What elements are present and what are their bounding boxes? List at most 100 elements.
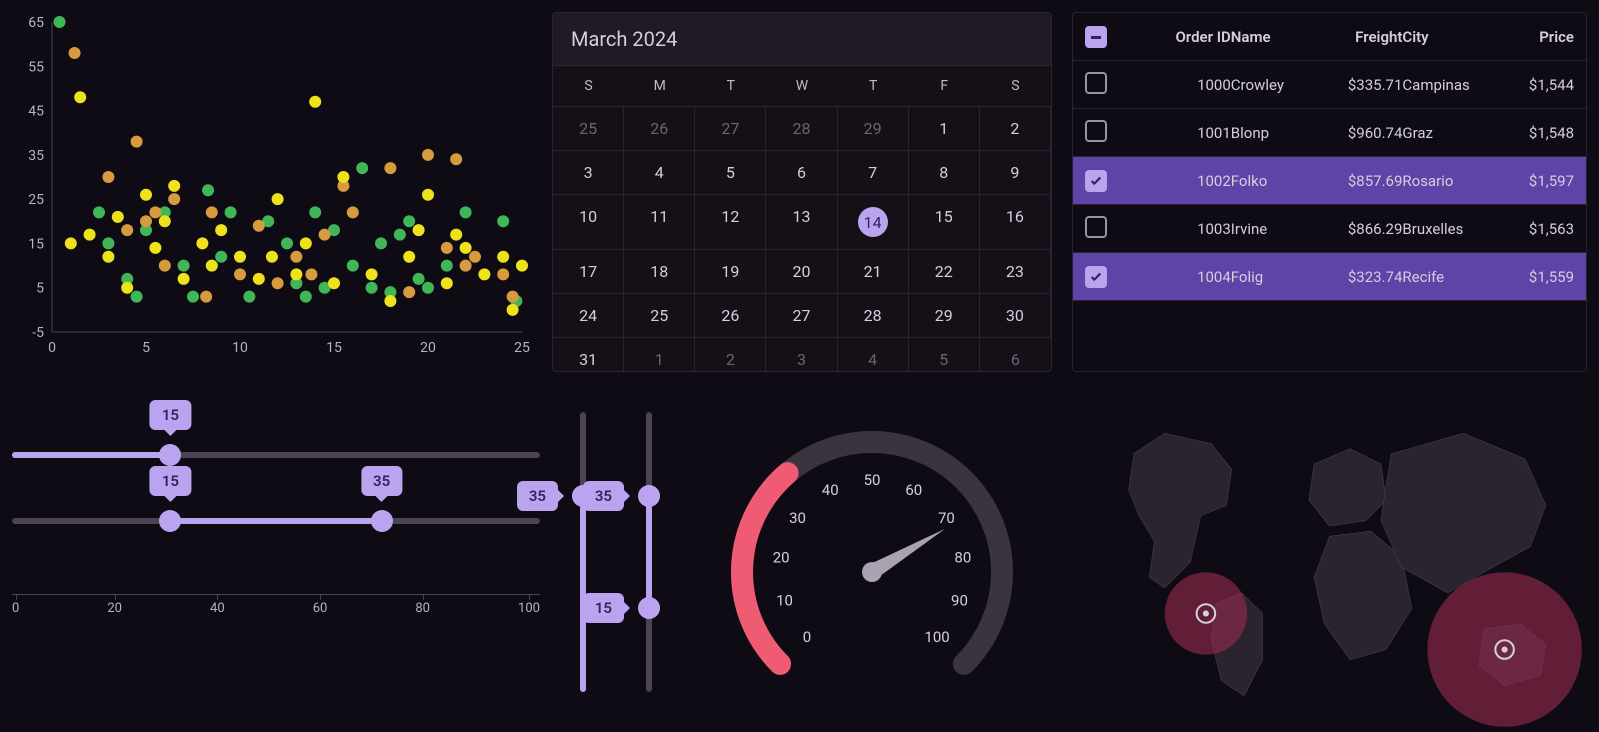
calendar-day[interactable]: 24 — [553, 294, 624, 338]
cell-name: Folig — [1231, 268, 1317, 286]
cell-price: $1,548 — [1488, 124, 1574, 142]
row-checkbox[interactable] — [1085, 266, 1107, 288]
table-row[interactable]: 1000 Crowley $335.71 Campinas $1,544 — [1073, 61, 1586, 109]
world-map[interactable] — [1072, 392, 1587, 732]
slider-range[interactable]: 15 35 — [12, 518, 540, 524]
calendar-day[interactable]: 20 — [766, 250, 837, 294]
col-name[interactable]: Name — [1231, 28, 1317, 46]
svg-text:65: 65 — [28, 15, 44, 31]
calendar-day[interactable]: 31 — [553, 338, 624, 372]
svg-text:90: 90 — [951, 591, 968, 609]
table-row[interactable]: 1004 Folig $323.74 Recife $1,559 — [1073, 253, 1586, 301]
calendar-day[interactable]: 29 — [909, 294, 980, 338]
slider-vertical-range[interactable]: 35 15 — [646, 412, 652, 692]
calendar-dow: M — [624, 66, 695, 107]
slider-thumb-low[interactable]: 15 — [638, 597, 660, 619]
calendar-day[interactable]: 27 — [766, 294, 837, 338]
gauge: 0102030405060708090100 — [692, 392, 1052, 732]
row-checkbox[interactable] — [1085, 216, 1107, 238]
svg-text:50: 50 — [864, 471, 881, 489]
calendar-day[interactable]: 10 — [553, 195, 624, 250]
svg-text:0: 0 — [48, 340, 56, 356]
calendar-day[interactable]: 13 — [766, 195, 837, 250]
svg-text:5: 5 — [36, 281, 44, 297]
slider-vertical-single[interactable]: 35 — [580, 412, 586, 692]
cell-name: Blonp — [1231, 124, 1317, 142]
cell-freight: $857.69 — [1317, 172, 1403, 190]
cell-freight: $335.71 — [1317, 76, 1403, 94]
slider-thumb-high[interactable]: 35 — [638, 485, 660, 507]
col-city[interactable]: City — [1402, 28, 1488, 46]
calendar-day[interactable]: 8 — [909, 151, 980, 195]
calendar-day[interactable]: 15 — [909, 195, 980, 250]
calendar-day[interactable]: 25 — [553, 107, 624, 151]
calendar-day[interactable]: 30 — [980, 294, 1051, 338]
cell-price: $1,563 — [1488, 220, 1574, 238]
svg-text:40: 40 — [822, 481, 839, 499]
calendar-day[interactable]: 29 — [838, 107, 909, 151]
col-order-id[interactable]: Order ID — [1145, 28, 1231, 46]
cell-name: Folko — [1231, 172, 1317, 190]
cell-city: Campinas — [1402, 76, 1488, 94]
calendar-day[interactable]: 11 — [624, 195, 695, 250]
slider-scale: 020406080100 — [12, 594, 540, 616]
slider-tooltip: 35 — [583, 481, 624, 511]
calendar-day[interactable]: 5 — [695, 151, 766, 195]
calendar-day[interactable]: 21 — [838, 250, 909, 294]
calendar-day[interactable]: 18 — [624, 250, 695, 294]
svg-text:30: 30 — [789, 509, 806, 527]
cell-freight: $866.29 — [1317, 220, 1403, 238]
calendar-day[interactable]: 26 — [695, 294, 766, 338]
calendar-day[interactable]: 26 — [624, 107, 695, 151]
calendar-day[interactable]: 5 — [909, 338, 980, 372]
table-row[interactable]: 1002 Folko $857.69 Rosario $1,597 — [1073, 157, 1586, 205]
row-checkbox[interactable] — [1085, 120, 1107, 142]
col-freight[interactable]: Freight — [1317, 28, 1403, 46]
svg-text:10: 10 — [776, 591, 793, 609]
calendar-day[interactable]: 27 — [695, 107, 766, 151]
slider-thumb[interactable]: 15 — [159, 444, 181, 466]
calendar-day[interactable]: 25 — [624, 294, 695, 338]
calendar-day[interactable]: 12 — [695, 195, 766, 250]
cell-order: 1000 — [1145, 76, 1231, 94]
calendar-day[interactable]: 2 — [695, 338, 766, 372]
calendar-day[interactable]: 3 — [766, 338, 837, 372]
calendar-day[interactable]: 4 — [624, 151, 695, 195]
table-row[interactable]: 1003 Irvine $866.29 Bruxelles $1,563 — [1073, 205, 1586, 253]
cell-freight: $960.74 — [1317, 124, 1403, 142]
row-checkbox[interactable] — [1085, 170, 1107, 192]
slider-thumb-low[interactable]: 15 — [159, 510, 181, 532]
select-all-checkbox[interactable] — [1085, 26, 1107, 48]
calendar-day[interactable]: 7 — [838, 151, 909, 195]
calendar-day[interactable]: 3 — [553, 151, 624, 195]
calendar-day[interactable]: 6 — [766, 151, 837, 195]
calendar-day[interactable]: 28 — [766, 107, 837, 151]
calendar-dow: T — [838, 66, 909, 107]
calendar-day[interactable]: 23 — [980, 250, 1051, 294]
calendar-day[interactable]: 9 — [980, 151, 1051, 195]
cell-freight: $323.74 — [1317, 268, 1403, 286]
calendar-day[interactable]: 2 — [980, 107, 1051, 151]
col-price[interactable]: Price — [1488, 28, 1574, 46]
calendar-day[interactable]: 1 — [909, 107, 980, 151]
calendar-day[interactable]: 19 — [695, 250, 766, 294]
calendar-day[interactable]: 6 — [980, 338, 1051, 372]
calendar-day[interactable]: 16 — [980, 195, 1051, 250]
calendar-day[interactable]: 1 — [624, 338, 695, 372]
row-checkbox[interactable] — [1085, 72, 1107, 94]
calendar-day[interactable]: 28 — [838, 294, 909, 338]
slider-thumb-high[interactable]: 35 — [371, 510, 393, 532]
cell-city: Recife — [1402, 268, 1488, 286]
calendar-day[interactable]: 22 — [909, 250, 980, 294]
calendar: March 2024 SMTWTFS 252627282912345678910… — [552, 12, 1052, 372]
cell-order: 1003 — [1145, 220, 1231, 238]
svg-text:80: 80 — [954, 549, 971, 567]
slider-single[interactable]: 15 — [12, 452, 540, 458]
calendar-day[interactable]: 17 — [553, 250, 624, 294]
svg-text:20: 20 — [773, 549, 790, 567]
svg-text:60: 60 — [905, 481, 922, 499]
table-row[interactable]: 1001 Blonp $960.74 Graz $1,548 — [1073, 109, 1586, 157]
calendar-day[interactable]: 4 — [838, 338, 909, 372]
calendar-day[interactable]: 14 — [838, 195, 909, 250]
svg-text:55: 55 — [28, 59, 44, 75]
